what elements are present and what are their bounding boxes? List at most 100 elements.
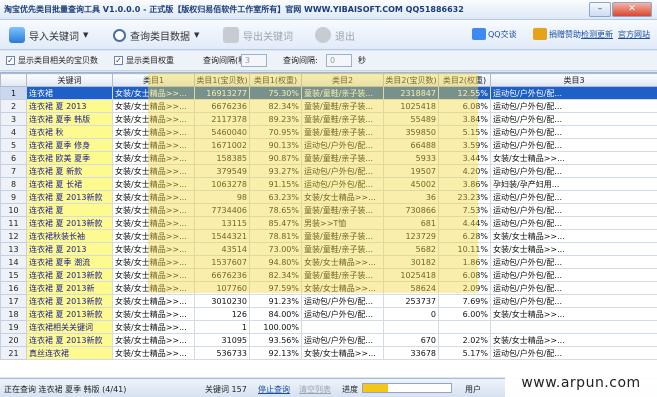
table-cell: 童装/童鞋/亲子装... xyxy=(301,268,384,282)
table-cell: 1544321 xyxy=(194,229,250,243)
check-update-link[interactable]: 检测更新 xyxy=(581,27,613,41)
table-cell: 98 xyxy=(194,190,250,204)
column-header[interactable] xyxy=(0,73,27,87)
keyword-cell: 连衣裙 夏季 潮流 xyxy=(26,255,113,269)
query-category-button[interactable]: 查询类目数据 ▼ xyxy=(108,24,204,46)
window-title: 淘宝优先类目批量查询工具 V1.0.0.0 - 正式版【版权归易佰软件工作室所有… xyxy=(4,5,464,14)
show-weight-checkbox[interactable]: ✓ xyxy=(114,56,123,65)
table-cell: 1537607 xyxy=(194,255,250,269)
column-header[interactable]: 类目2 xyxy=(301,73,384,87)
table-row[interactable]: 3 连衣裙 夏季 韩版 女装/女士精品>>... 2117378 89.23% 童装/童鞋… xyxy=(0,112,657,126)
table-row[interactable]: 18 连衣裙 夏 2013新款 女装/女士精品>>... 126 84.00% 运动包/户… xyxy=(0,307,657,321)
table-row[interactable]: 21 真丝连衣裙 女装/女士精品>>... 536733 92.13% 女装/女士精品>>… xyxy=(0,346,657,360)
table-row[interactable]: 14 连衣裙 夏季 潮流 女装/女士精品>>... 1537607 94.80% 女装/女… xyxy=(0,255,657,269)
table-cell: 681 xyxy=(383,216,439,230)
table-cell: 5.15% xyxy=(438,125,491,139)
table-cell: 10.11% xyxy=(438,242,491,256)
table-cell: 女装/女士精品>>... xyxy=(112,151,195,165)
table-cell: 女装/女士精品>>... xyxy=(112,333,195,347)
minimize-button[interactable]: – xyxy=(589,2,611,17)
table-cell: 43514 xyxy=(194,242,250,256)
import-label: 导入关键词 xyxy=(29,31,79,43)
show-weight-option[interactable]: ✓ 显示类目权重 xyxy=(114,55,174,66)
exit-button[interactable]: 退出 xyxy=(310,24,360,46)
table-cell: 女装/女士精品>>... xyxy=(490,151,657,165)
table-row[interactable]: 16 连衣裙 夏 2013新 女装/女士精品>>... 107760 97.59% 女装/… xyxy=(0,281,657,295)
table-row[interactable]: 5 连衣裙 夏季 修身 女装/女士精品>>... 1671002 90.13% 运动包/户… xyxy=(0,138,657,152)
table-cell xyxy=(383,320,439,334)
table-row[interactable]: 19 连衣裙相关关键词 女装/女士精品>>... 1 100.00% xyxy=(0,320,657,334)
results-grid[interactable]: 关键词 类目1 类目1(宝贝数) 类目1(权重) 类目2 类目2(宝贝数) 类目2(权重) 类… xyxy=(0,72,657,377)
qq-chat-button[interactable]: QQ交谈 xyxy=(472,27,517,41)
table-cell: 3.59% xyxy=(438,138,491,152)
table-row[interactable]: 7 连衣裙 夏 新款 女装/女士精品>>... 379549 93.27% 运动包/户外包… xyxy=(0,164,657,178)
keyword-cell: 连衣裙相关关键词 xyxy=(26,320,113,334)
table-cell: 运动包/户外包/配... xyxy=(490,164,657,178)
keyword-cell: 连衣裙 夏 2013新款 xyxy=(26,190,113,204)
table-cell: 女装/女士精品>>... xyxy=(112,203,195,217)
table-cell: 运动包/户外包/配... xyxy=(301,307,384,321)
table-row[interactable]: 4 连衣裙 秋女装/女士精品>>... 5460040 70.95% 童装/童鞋/亲子装… xyxy=(0,125,657,139)
table-cell: 7.53% xyxy=(438,203,491,217)
row-number: 9 xyxy=(0,190,27,204)
qq-label: QQ交谈 xyxy=(488,29,517,39)
count-spinner[interactable]: 3 xyxy=(241,54,267,67)
donate-icon xyxy=(533,28,547,40)
table-cell: 1063278 xyxy=(194,177,250,191)
table-cell: 女装/女士精品>>... xyxy=(112,255,195,269)
table-cell: 童装/童鞋/亲子装... xyxy=(301,242,384,256)
table-cell: 97.59% xyxy=(249,281,302,295)
column-header[interactable]: 类目1(宝贝数) xyxy=(194,73,250,87)
table-row[interactable]: 17 连衣裙 夏 2013新款 女装/女士精品>>... 3010230 91.23% 运… xyxy=(0,294,657,308)
table-row[interactable]: 12 连衣裙秋装长袖 女装/女士精品>>... 1544321 78.81% 童装/童鞋/… xyxy=(0,229,657,243)
official-site-link[interactable]: 官方网站 xyxy=(618,27,650,41)
column-header[interactable]: 类目1(权重) xyxy=(249,73,302,87)
interval-spinner[interactable]: 0 xyxy=(326,54,352,67)
table-row[interactable]: 20 连衣裙 夏 2013新款 女装/女士精品>>... 31095 93.56% 运动包… xyxy=(0,333,657,347)
table-row[interactable]: 8 连衣裙 夏 长裙 女装/女士精品>>... 1063278 91.15% 运动包/户外… xyxy=(0,177,657,191)
table-cell: 运动包/户外包/配... xyxy=(490,346,657,360)
table-cell: 730866 xyxy=(383,203,439,217)
keyword-cell: 连衣裙 夏 2013新款 xyxy=(26,216,113,230)
column-header[interactable]: 类目2(权重) xyxy=(438,73,491,87)
table-cell: 运动包/户外包/配... xyxy=(301,177,384,191)
clear-list-link[interactable]: 清空列表 xyxy=(299,384,331,395)
keyword-cell: 连衣裙 夏 2013新款 xyxy=(26,268,113,282)
export-keywords-button[interactable]: 导出关键词 xyxy=(218,24,298,46)
show-related-option[interactable]: ✓ 显示类目相关的宝贝数 xyxy=(6,55,98,66)
table-row[interactable]: 2 连衣裙 夏 2013 女装/女士精品>>... 6676236 82.34% 童装/童… xyxy=(0,99,657,113)
table-row[interactable]: 15 连衣裙 夏 2013新款 女装/女士精品>>... 6676236 82.34% 童… xyxy=(0,268,657,282)
row-number: 1 xyxy=(0,86,27,100)
table-cell: 94.80% xyxy=(249,255,302,269)
column-header[interactable]: 类目2(宝贝数) xyxy=(383,73,439,87)
table-cell: 5.17% xyxy=(438,346,491,360)
table-cell: 536733 xyxy=(194,346,250,360)
table-row[interactable]: 13 连衣裙 夏 2013 女装/女士精品>>... 43514 73.00% 童装/童鞋… xyxy=(0,242,657,256)
close-button[interactable]: ✕ xyxy=(612,2,652,17)
column-header[interactable]: 类目1 xyxy=(112,73,195,87)
keyword-cell: 连衣裙 夏 长裙 xyxy=(26,177,113,191)
table-row[interactable]: 11 连衣裙 夏 2013新款 女装/女士精品>>... 13115 85.47% 男装>… xyxy=(0,216,657,230)
table-row[interactable]: 10 连衣裙 夏女装/女士精品>>... 7734406 78.65% 童装/童鞋/亲子… xyxy=(0,203,657,217)
table-row[interactable]: 6 连衣裙 欧美 夏季 女装/女士精品>>... 158385 90.87% 童装/童鞋/… xyxy=(0,151,657,165)
options-bar: ✓ 显示类目相关的宝贝数 ✓ 显示类目权重 查询间隔(秒): 3 查询间隔: 0… xyxy=(0,51,657,71)
keyword-cell: 连衣裙 夏 2013 xyxy=(26,242,113,256)
stop-query-link[interactable]: 停止查询 xyxy=(258,384,290,395)
import-keywords-button[interactable]: 导入关键词 ▼ xyxy=(4,24,93,46)
show-related-checkbox[interactable]: ✓ xyxy=(6,56,15,65)
table-cell: 运动包/户外包/配... xyxy=(490,281,657,295)
donate-button[interactable]: 捐赠赞助 xyxy=(533,27,581,41)
table-cell: 5933 xyxy=(383,151,439,165)
table-cell: 5682 xyxy=(383,242,439,256)
column-header[interactable]: 关键词 xyxy=(26,73,113,87)
table-row[interactable]: 9 连衣裙 夏 2013新款 女装/女士精品>>... 98 63.23% 女装/女士精品… xyxy=(0,190,657,204)
table-cell: 运动包/户外包/配... xyxy=(490,99,657,113)
row-number: 13 xyxy=(0,242,27,256)
table-cell: 童装/童鞋/亲子装... xyxy=(301,99,384,113)
column-header[interactable]: 类目3 xyxy=(490,73,657,87)
progress-label: 进度 xyxy=(342,385,358,394)
table-cell: 4.44% xyxy=(438,216,491,230)
table-row[interactable]: 1 连衣裙 女装/女士精品>>... 16913277 75.30% 童装/童鞋/亲子装.… xyxy=(0,86,657,100)
table-cell: 女装/女士精品>>... xyxy=(112,190,195,204)
toolbar: 导入关键词 ▼ 查询类目数据 ▼ 导出关键词 退出 QQ交谈 捐赠赞助 检测更新… xyxy=(0,20,657,50)
